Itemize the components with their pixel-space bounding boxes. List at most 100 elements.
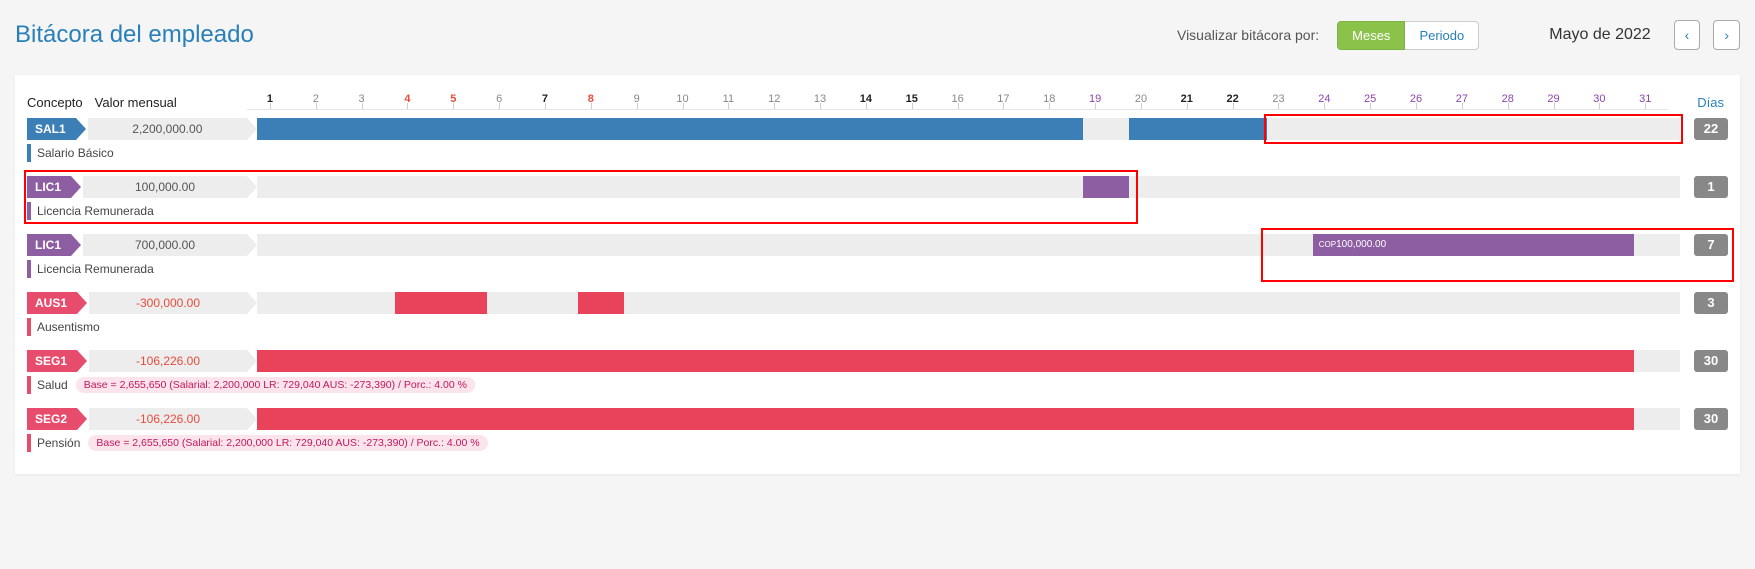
day-cell: 1 (247, 93, 293, 109)
concept-code-tag[interactable]: AUS1 (27, 292, 77, 314)
header-left: Concepto Valor mensual (27, 95, 247, 110)
concept-sub: Salud Base = 2,655,650 (Salarial: 2,200,0… (27, 376, 475, 394)
day-cell: 19 (1072, 93, 1118, 109)
concept-row: SEG2 -106,226.00 30 (27, 408, 1728, 430)
day-cell: 8 (568, 93, 614, 109)
concept-code-tag[interactable]: LIC1 (27, 234, 71, 256)
view-toggle: Meses Periodo (1337, 21, 1479, 50)
btn-periodo[interactable]: Periodo (1405, 21, 1479, 50)
day-cell: 10 (660, 93, 706, 109)
concept-code-tag[interactable]: LIC1 (27, 176, 71, 198)
concept-value: 100,000.00 (83, 176, 247, 198)
side-bar (27, 376, 31, 394)
concept-sublabel: Salario Básico (37, 146, 114, 160)
timeline-bar[interactable] (257, 118, 1083, 140)
side-bar (27, 144, 31, 162)
concept-left: SAL1 2,200,000.00 (27, 118, 247, 140)
day-cell: 17 (981, 93, 1027, 109)
concept-sub: Licencia Remunerada (27, 260, 154, 278)
log-card: Concepto Valor mensual 12345678910111213… (15, 75, 1740, 474)
col-concepto: Concepto (27, 95, 83, 110)
concept-code-tag[interactable]: SEG1 (27, 350, 77, 372)
day-cell: 3 (339, 93, 385, 109)
timeline-track (257, 350, 1680, 372)
day-cell: 16 (935, 93, 981, 109)
base-pill: Base = 2,655,650 (Salarial: 2,200,000 LR… (88, 435, 487, 451)
concept-value: -106,226.00 (89, 350, 247, 372)
concept-left: LIC1700,000.00 (27, 234, 247, 256)
day-cell: 12 (751, 93, 797, 109)
concept-row: AUS1 -300,000.00 3 (27, 292, 1728, 314)
concept-code-tag[interactable]: SEG2 (27, 408, 77, 430)
days-count-badge: 30 (1694, 408, 1728, 430)
col-valor: Valor mensual (95, 95, 177, 110)
day-cell: 26 (1393, 93, 1439, 109)
concept-sublabel: Pensión (37, 436, 80, 450)
timeline-bar[interactable] (578, 292, 624, 314)
timeline-bar[interactable] (395, 292, 487, 314)
concept-left: LIC1 100,000.00 (27, 176, 247, 198)
btn-meses[interactable]: Meses (1337, 21, 1405, 50)
day-cell: 22 (1210, 93, 1256, 109)
day-cell: 15 (889, 93, 935, 109)
timeline-track: COP100,000.00 (257, 234, 1680, 256)
concept-sub: Licencia Remunerada (27, 202, 154, 220)
next-month-button[interactable]: › (1713, 20, 1740, 50)
concept-code-tag[interactable]: SAL1 (27, 118, 76, 140)
day-cell: 2 (293, 93, 339, 109)
header-controls: Visualizar bitácora por: Meses Periodo M… (1177, 20, 1740, 50)
day-cell: 18 (1026, 93, 1072, 109)
prev-month-button[interactable]: ‹ (1674, 20, 1701, 50)
current-month: Mayo de 2022 (1549, 26, 1650, 44)
day-cell: 31 (1622, 93, 1668, 109)
day-cell: 14 (843, 93, 889, 109)
concept-sub: Salario Básico (27, 144, 114, 162)
concept-sublabel: Licencia Remunerada (37, 262, 154, 276)
concept-sublabel: Ausentismo (37, 320, 100, 334)
concept-sublabel: Salud (37, 378, 68, 392)
days-count-badge: 1 (1694, 176, 1728, 198)
page-title: Bitácora del empleado (15, 21, 254, 49)
concept-left: SEG2 -106,226.00 (27, 408, 247, 430)
day-cell: 24 (1301, 93, 1347, 109)
base-pill: Base = 2,655,650 (Salarial: 2,200,000 LR… (76, 377, 475, 393)
concept-row: LIC1 100,000.00 1 (27, 176, 1728, 198)
day-cell: 9 (614, 93, 660, 109)
day-cell: 4 (385, 93, 431, 109)
timeline-track (257, 176, 1680, 198)
side-bar (27, 434, 31, 452)
days-count-badge: 3 (1694, 292, 1728, 314)
bar-label: COP100,000.00 (1313, 239, 1386, 250)
days-header: 1234567891011121314151617181920212223242… (247, 93, 1668, 110)
concept-sub: Pensión Base = 2,655,650 (Salarial: 2,200… (27, 434, 488, 452)
timeline-track (257, 118, 1680, 140)
side-bar (27, 202, 31, 220)
day-cell: 30 (1576, 93, 1622, 109)
concept-sublabel: Licencia Remunerada (37, 204, 154, 218)
concept-left: AUS1 -300,000.00 (27, 292, 247, 314)
day-cell: 27 (1439, 93, 1485, 109)
day-cell: 21 (1164, 93, 1210, 109)
day-cell: 29 (1531, 93, 1577, 109)
day-cell: 20 (1118, 93, 1164, 109)
timeline-bar[interactable]: COP100,000.00 (1313, 234, 1634, 256)
concept-value: -106,226.00 (89, 408, 247, 430)
concept-value: -300,000.00 (89, 292, 247, 314)
days-count-badge: 30 (1694, 350, 1728, 372)
side-bar (27, 318, 31, 336)
days-count-badge: 7 (1694, 234, 1728, 256)
concept-sub: Ausentismo (27, 318, 100, 336)
timeline-bar[interactable] (257, 408, 1634, 430)
visualize-label: Visualizar bitácora por: (1177, 27, 1319, 43)
concept-left: SEG1 -106,226.00 (27, 350, 247, 372)
day-cell: 7 (522, 93, 568, 109)
concept-value: 2,200,000.00 (88, 118, 247, 140)
days-count-badge: 22 (1694, 118, 1728, 140)
day-cell: 11 (705, 93, 751, 109)
concept-row: SEG1 -106,226.00 30 (27, 350, 1728, 372)
concept-row: SAL1 2,200,000.00 22 (27, 118, 1728, 140)
side-bar (27, 260, 31, 278)
timeline-bar[interactable] (257, 350, 1634, 372)
timeline-bar[interactable] (1083, 176, 1129, 198)
timeline-bar[interactable] (1129, 118, 1267, 140)
